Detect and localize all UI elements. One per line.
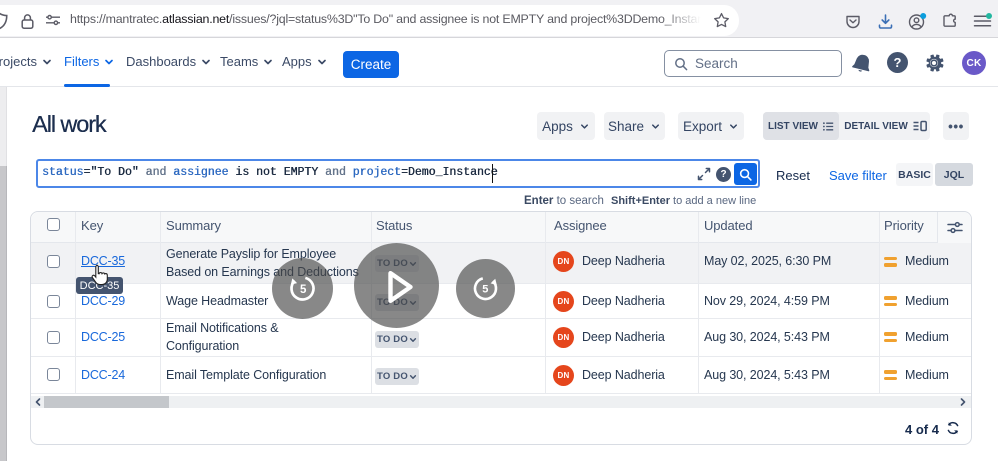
svg-text:5: 5 [482,284,488,296]
svg-text:5: 5 [300,284,307,296]
